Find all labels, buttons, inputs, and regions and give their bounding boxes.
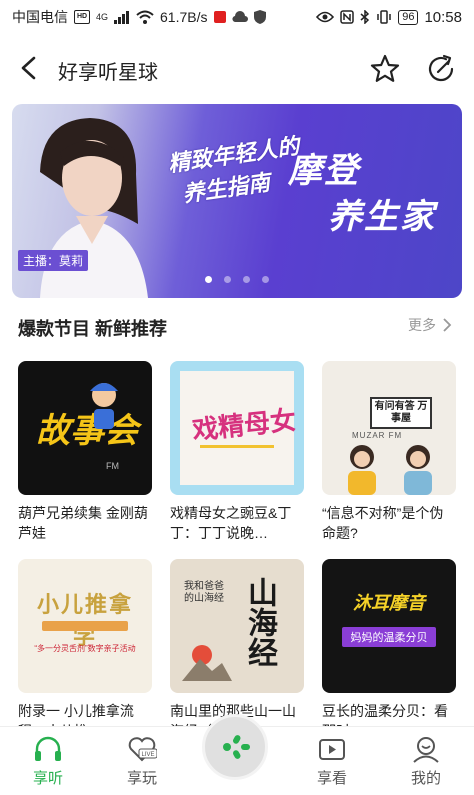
more-label: 更多 [408, 317, 436, 333]
program-cover-image: 我和爸爸的山海经 山海经 [170, 559, 304, 693]
program-caption: 葫芦兄弟续集 金刚葫芦娃 [18, 505, 148, 541]
banner-headline-line1: 摩登 [288, 152, 360, 190]
more-link[interactable]: 更多 [408, 315, 452, 335]
carousel-dot[interactable] [262, 276, 269, 283]
promo-banner[interactable]: 精致年轻人的 养生指南 摩登 养生家 主播：莫莉 [12, 104, 462, 298]
carousel-dot[interactable] [243, 276, 250, 283]
tab-listen[interactable]: 享听 [8, 735, 88, 788]
program-card[interactable]: 小儿推拿学 “多一分灵舌剂”数字亲子活动 附录一 小儿推拿流程：小儿推… [18, 559, 152, 741]
banner-slogan: 精致年轻人的 养生指南 [154, 130, 306, 213]
tab-watch[interactable]: 享看 [292, 735, 372, 788]
clock: 10:58 [424, 8, 462, 26]
tab-label: 享玩 [126, 770, 157, 787]
svg-text:LIVE: LIVE [141, 752, 154, 758]
page-title: 好享听星球 [58, 62, 158, 84]
shield-icon [253, 10, 266, 24]
favorite-star-icon[interactable] [368, 52, 402, 86]
network-type: 4G [96, 12, 109, 22]
vibrate-icon [377, 10, 391, 24]
program-cover-image: 小儿推拿学 “多一分灵舌剂”数字亲子活动 [18, 559, 152, 693]
program-cover-image: 有问有答 万事屋 MUZAR FM [322, 361, 456, 495]
cover-subtitle: “多一分灵舌剂”数字亲子活动 [34, 644, 136, 653]
cartoon-character-icon [90, 383, 118, 429]
program-cover-image: 戏精母女 [170, 361, 304, 495]
cloud-icon [231, 11, 248, 23]
program-card[interactable]: 沐耳摩音 妈妈的温柔分贝 豆长的温柔分贝：看那时… [322, 559, 456, 741]
headphones-icon [35, 736, 61, 761]
profile-icon [413, 737, 439, 763]
program-card[interactable]: 有问有答 万事屋 MUZAR FM “信息不对称”是个伪命题? [322, 361, 456, 543]
app-header: 好享听星球 [0, 40, 474, 96]
section-title: 爆款节目 新鲜推荐 [18, 319, 168, 339]
battery-level: 96 [398, 9, 419, 25]
network-speed: 61.7B/s [160, 9, 208, 25]
share-icon[interactable] [424, 52, 458, 86]
video-play-icon [319, 739, 345, 760]
nfc-icon [340, 10, 354, 24]
back-arrow-icon[interactable] [14, 52, 44, 84]
cover-subtitle: 我和爸爸的山海经 [184, 581, 224, 604]
status-bar: 中国电信 HD 4G 61.7B/s 96 10:58 [0, 0, 474, 34]
tab-label: 享看 [316, 770, 347, 787]
program-cover-image: 故事会 FM [18, 361, 152, 495]
banner-host-label: 主播：莫莉 [18, 250, 89, 271]
banner-headline: 摩登 养生家 [288, 148, 436, 240]
carrier-name: 中国电信 [12, 9, 68, 25]
carousel-dot[interactable] [205, 276, 212, 283]
app-notification-icon [213, 11, 226, 23]
carousel-dot[interactable] [224, 276, 231, 283]
tab-profile[interactable]: 我的 [386, 735, 466, 788]
program-caption: “信息不对称”是个伪命题? [322, 505, 444, 541]
cover-title: 小儿推拿学 [36, 592, 133, 649]
program-card[interactable]: 故事会 FM 葫芦兄弟续集 金刚葫芦娃 [18, 361, 152, 543]
tab-play[interactable]: LIVE 享玩 [102, 735, 182, 788]
cover-title: 山海经 [243, 577, 276, 667]
guests-illustration [348, 445, 432, 495]
cover-title: 有问有答 万事屋 [370, 397, 432, 429]
app-logo-icon [223, 735, 250, 759]
cover-subtitle: FM [106, 461, 119, 471]
carousel-indicator [12, 276, 462, 283]
tab-label: 我的 [410, 770, 441, 787]
mountain-sun-icon [182, 645, 232, 681]
program-caption: 戏精母女之豌豆&丁丁：丁丁说晚… [170, 505, 292, 541]
hd-icon: HD [74, 10, 90, 24]
center-logo-button[interactable] [202, 714, 268, 780]
live-heart-icon: LIVE [128, 737, 157, 762]
program-cover-image: 沐耳摩音 妈妈的温柔分贝 [322, 559, 456, 693]
banner-headline-line2: 养生家 [328, 198, 436, 236]
eye-icon [316, 11, 335, 23]
cover-title: 沐耳摩音 [353, 593, 425, 613]
signal-icon [114, 10, 130, 24]
wifi-icon [136, 10, 154, 24]
cover-subtitle: 妈妈的温柔分贝 [342, 627, 436, 647]
chevron-right-icon [443, 318, 452, 332]
tab-label: 享听 [32, 770, 63, 787]
program-card[interactable]: 戏精母女 戏精母女之豌豆&丁丁：丁丁说晚… [170, 361, 304, 543]
bluetooth-icon [360, 10, 370, 24]
